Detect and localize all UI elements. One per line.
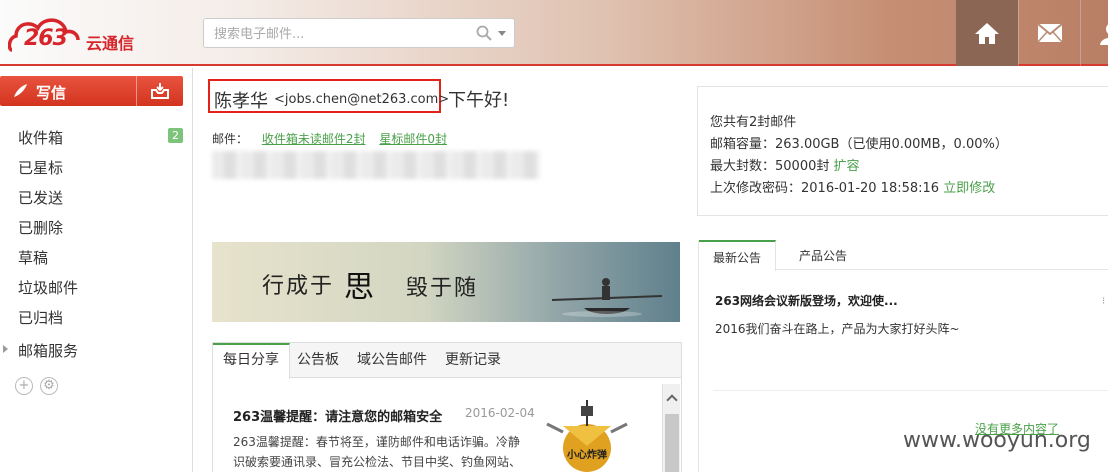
expand-capacity-link[interactable]: 扩容 — [834, 159, 860, 174]
article-title[interactable]: 263温馨提醒：请注意您的邮箱安全 — [233, 406, 442, 425]
bomb-label: 小心炸弹 — [566, 448, 607, 461]
settings-wrench-icon[interactable]: ⚙ — [40, 377, 58, 395]
announcement-tabs: 最新公告 产品公告 — [699, 240, 1108, 271]
compose-label: 写信 — [36, 84, 67, 102]
pen-icon — [14, 84, 27, 97]
folder-inbox[interactable]: 收件箱 — [18, 127, 63, 148]
change-password-link[interactable]: 立即修改 — [943, 181, 995, 196]
scroll-thumb[interactable] — [665, 414, 679, 472]
folder-archived[interactable]: 已归档 — [18, 307, 63, 328]
top-header: 263 云通信 — [0, 0, 1108, 66]
mailbox-capacity: 邮箱容量：263.00GB（已使用0.00MB，0.00%） — [710, 137, 1008, 152]
envelope-icon — [1036, 23, 1063, 43]
folder-starred[interactable]: 已星标 — [18, 157, 63, 178]
search-icon[interactable] — [476, 25, 492, 41]
tab-domain-mail[interactable]: 域公告邮件 — [347, 343, 437, 378]
share-content: 263温馨提醒：请注意您的邮箱安全 2016-02-04 263温馨提醒：春节将… — [212, 378, 682, 472]
announcement-divider — [713, 390, 1108, 391]
tab-latest-announcement[interactable]: 最新公告 — [699, 240, 777, 271]
more-dots-icon[interactable]: ⁝ — [1102, 296, 1105, 307]
tab-daily-share[interactable]: 每日分享 — [213, 343, 290, 379]
nav-user-button[interactable] — [1080, 0, 1108, 66]
user-greeting-box: 陈孝华 <jobs.chen@net263.com> — [208, 79, 449, 113]
redacted-area — [212, 151, 540, 179]
expand-arrow-icon[interactable] — [3, 345, 8, 353]
announcement-body: 2016我们奋斗在路上，产品为大家打好头阵~ — [715, 322, 960, 336]
user-icon — [1099, 24, 1108, 45]
total-mail: 您共有2封邮件 — [710, 115, 797, 130]
inbox-unread-badge: 2 — [168, 128, 183, 143]
compose-divider — [136, 76, 137, 106]
max-count-text: 最大封数：50000封 — [710, 159, 830, 174]
folder-deleted[interactable]: 已删除 — [18, 217, 63, 238]
article-date: 2016-02-04 — [465, 406, 535, 420]
motto-banner[interactable]: 行成于 思 毁于随 — [212, 242, 680, 322]
scroll-up-icon[interactable] — [666, 394, 678, 406]
banner-text-1: 行成于 — [262, 274, 335, 299]
search-dropdown-icon[interactable] — [498, 31, 506, 36]
announcement-title[interactable]: 263网络会议新版登场，欢迎使... — [715, 292, 898, 309]
banner-text-2: 思 — [344, 270, 374, 305]
watermark: www.wooyun.org — [903, 428, 1091, 453]
content-scrollbar[interactable] — [662, 384, 680, 472]
share-tabs: 每日分享 公告板 域公告邮件 更新记录 — [212, 342, 682, 379]
receive-mail-icon[interactable] — [150, 82, 170, 100]
tab-product-announcement[interactable]: 产品公告 — [785, 240, 861, 270]
last-password-change: 上次修改密码：2016-01-20 18:58:16 立即修改 — [710, 177, 995, 196]
logo-subtitle: 云通信 — [86, 34, 135, 53]
last-pw-text: 上次修改密码：2016-01-20 18:58:16 — [710, 181, 940, 196]
nav-mail-button[interactable] — [1018, 0, 1080, 66]
mail-prefix: 邮件： — [212, 132, 249, 146]
starred-mail-link[interactable]: 星标邮件0封 — [379, 132, 447, 146]
rowboat-icon — [551, 278, 663, 317]
folder-drafts[interactable]: 草稿 — [18, 247, 48, 268]
article-body: 263温馨提醒：春节将至，谨防邮件和电话诈骗。冷静识破索要通讯录、冒充公检法、节… — [233, 435, 522, 469]
bomb-warning-image: 小心炸弹 — [546, 400, 628, 472]
banner-text-3: 毁于随 — [406, 276, 479, 301]
compose-button[interactable]: 写信 — [0, 76, 183, 106]
nav-home-button[interactable] — [956, 0, 1018, 66]
user-email: <jobs.chen@net263.com> — [274, 92, 450, 107]
sidebar: 写信 收件箱 2 已星标 已发送 已删除 草稿 垃圾邮件 已归档 邮箱服务 + … — [0, 68, 193, 472]
search-input[interactable] — [214, 25, 464, 43]
user-name: 陈孝华 — [214, 91, 268, 112]
search-box[interactable] — [203, 18, 515, 48]
tab-changelog[interactable]: 更新记录 — [435, 343, 511, 378]
mailbox-info-panel: 您共有2封邮件 邮箱容量：263.00GB（已使用0.00MB，0.00%） 最… — [697, 86, 1108, 216]
greeting-text: 下午好! — [448, 90, 510, 111]
home-icon — [975, 23, 999, 44]
mailbox-services[interactable]: 邮箱服务 — [18, 340, 78, 361]
mail-summary: 邮件： 收件箱未读邮件2封 星标邮件0封 — [212, 130, 447, 147]
logo-text: 263 — [24, 26, 68, 51]
tab-bulletin[interactable]: 公告板 — [287, 343, 349, 378]
unread-mail-link[interactable]: 收件箱未读邮件2封 — [262, 132, 366, 146]
add-folder-icon[interactable]: + — [15, 377, 33, 395]
max-mail-count: 最大封数：50000封 扩容 — [710, 155, 860, 174]
folder-sent[interactable]: 已发送 — [18, 187, 63, 208]
folder-spam[interactable]: 垃圾邮件 — [18, 277, 78, 298]
